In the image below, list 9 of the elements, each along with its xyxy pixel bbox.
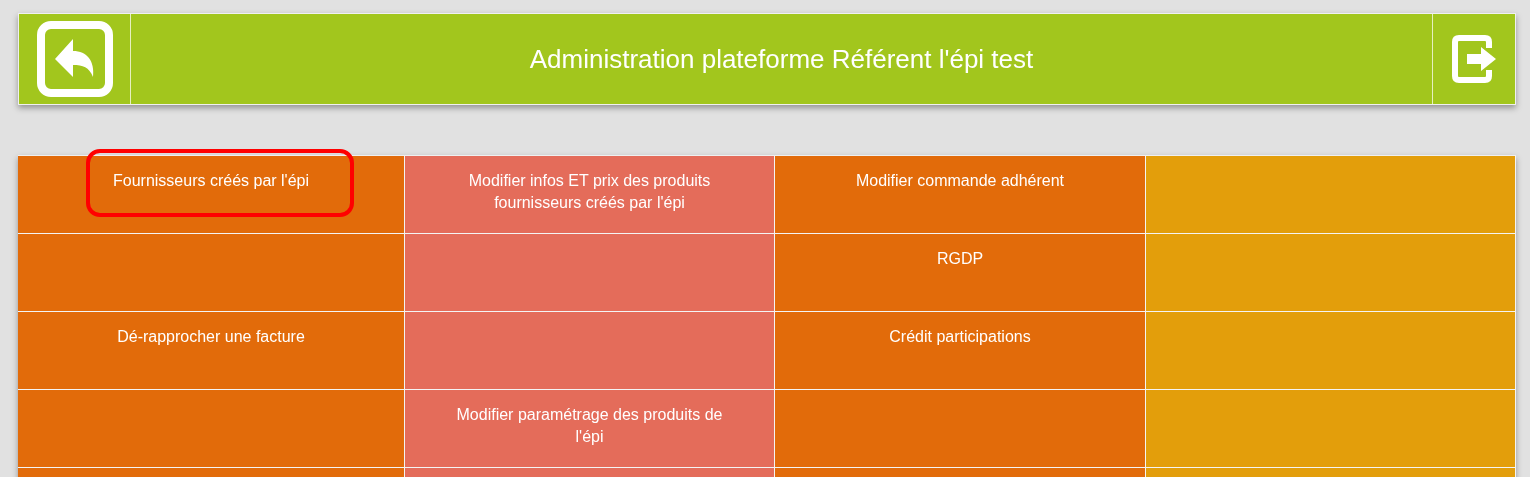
page-title: Administration plateforme Référent l'épi test <box>528 42 1035 76</box>
menu-tile[interactable]: Modifier commande adhérent <box>775 156 1146 234</box>
menu-tile[interactable]: Modifier infos ET prix des produits fournisseurs créés par l'épi <box>405 156 775 234</box>
menu-tile[interactable]: Crédit participations <box>775 312 1146 390</box>
menu-tile[interactable]: Fournisseurs créés par l'épi <box>18 156 405 234</box>
menu-tile[interactable]: RGDP <box>775 234 1146 312</box>
menu-tile[interactable]: Dé-rapprocher une facture <box>18 312 405 390</box>
menu-tile[interactable]: Modifier paramétrage des produits de l'épi <box>405 390 775 468</box>
exit-icon <box>1451 34 1497 84</box>
